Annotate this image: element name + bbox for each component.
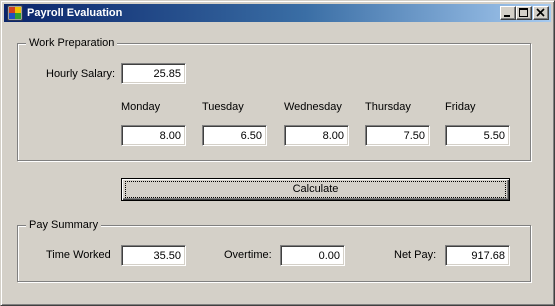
- net-pay-input[interactable]: [445, 245, 510, 266]
- app-icon[interactable]: [7, 5, 23, 21]
- close-icon: [536, 8, 545, 17]
- hourly-salary-label: Hourly Salary:: [46, 68, 116, 80]
- friday-label: Friday: [445, 101, 476, 113]
- close-button[interactable]: [533, 6, 549, 20]
- wednesday-label: Wednesday: [284, 101, 342, 113]
- calculate-button-label: Calculate: [125, 181, 506, 198]
- monday-label: Monday: [121, 101, 161, 113]
- title-bar[interactable]: Payroll Evaluation: [4, 4, 551, 22]
- friday-input[interactable]: [445, 125, 510, 146]
- calculate-button[interactable]: Calculate: [121, 178, 510, 201]
- overtime-label: Overtime:: [224, 249, 272, 261]
- minimize-icon: [504, 15, 510, 17]
- overtime-input[interactable]: [280, 245, 345, 266]
- net-pay-label: Net Pay:: [394, 249, 437, 261]
- monday-input[interactable]: [121, 125, 186, 146]
- hourly-salary-input[interactable]: [121, 63, 186, 84]
- pay-summary-title: Pay Summary: [26, 218, 102, 232]
- minimize-button[interactable]: [500, 6, 516, 20]
- tuesday-label: Tuesday: [202, 101, 244, 113]
- tuesday-input[interactable]: [202, 125, 267, 146]
- thursday-label: Thursday: [365, 101, 411, 113]
- time-worked-input[interactable]: [121, 245, 186, 266]
- window-title: Payroll Evaluation: [27, 7, 123, 19]
- thursday-input[interactable]: [365, 125, 430, 146]
- maximize-button[interactable]: [516, 6, 532, 20]
- main-window: Payroll Evaluation Work Preparation Hour…: [0, 0, 555, 306]
- wednesday-input[interactable]: [284, 125, 349, 146]
- work-preparation-title: Work Preparation: [26, 36, 118, 50]
- maximize-icon: [519, 8, 528, 17]
- time-worked-label: Time Worked: [46, 249, 111, 261]
